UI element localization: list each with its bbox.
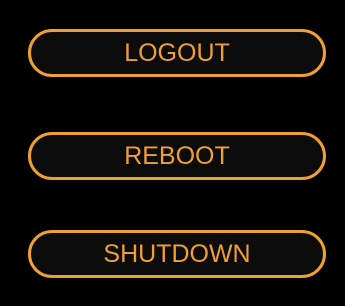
logout-button-label: LOGOUT [124, 38, 230, 67]
logout-button[interactable]: LOGOUT [28, 29, 326, 77]
shutdown-button-label: SHUTDOWN [103, 239, 251, 268]
reboot-button-label: REBOOT [124, 141, 230, 170]
session-menu: LOGOUT REBOOT SHUTDOWN [0, 0, 345, 306]
reboot-button[interactable]: REBOOT [28, 132, 326, 180]
shutdown-button[interactable]: SHUTDOWN [28, 230, 326, 278]
